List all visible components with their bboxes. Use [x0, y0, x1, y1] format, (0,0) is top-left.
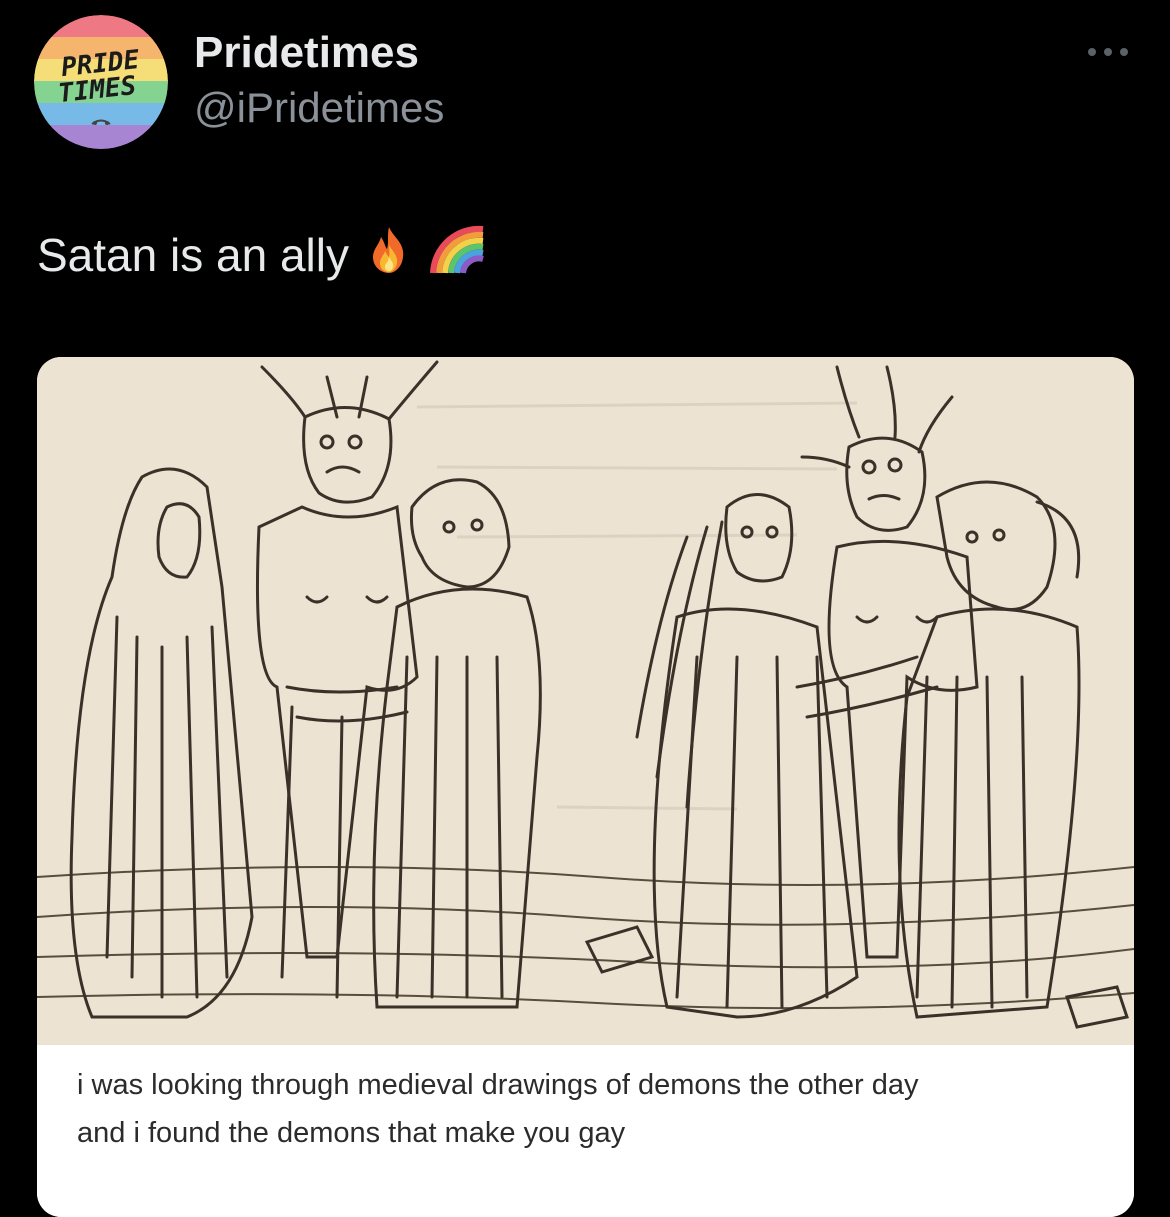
rainbow-emoji-icon — [429, 223, 487, 286]
media-card[interactable]: i was looking through medieval drawings … — [37, 357, 1134, 1217]
pride-times-logo: PRIDE TIMES — [34, 15, 168, 149]
caption-line-1: i was looking through medieval drawings … — [77, 1069, 919, 1101]
medieval-woodcut-image — [37, 357, 1134, 1045]
caption-line-2: and i found the demons that make you gay — [77, 1117, 626, 1149]
tweet-text: Satan is an ally — [37, 223, 487, 286]
display-name[interactable]: Pridetimes — [194, 28, 419, 78]
user-handle[interactable]: @iPridetimes — [194, 84, 444, 132]
tweet-text-content: Satan is an ally — [37, 228, 349, 281]
ellipsis-icon — [1088, 48, 1128, 56]
fire-emoji-icon — [363, 223, 415, 286]
more-options-button[interactable] — [1078, 30, 1138, 74]
image-caption: i was looking through medieval drawings … — [37, 1045, 1134, 1217]
avatar[interactable]: PRIDE TIMES — [34, 15, 168, 149]
